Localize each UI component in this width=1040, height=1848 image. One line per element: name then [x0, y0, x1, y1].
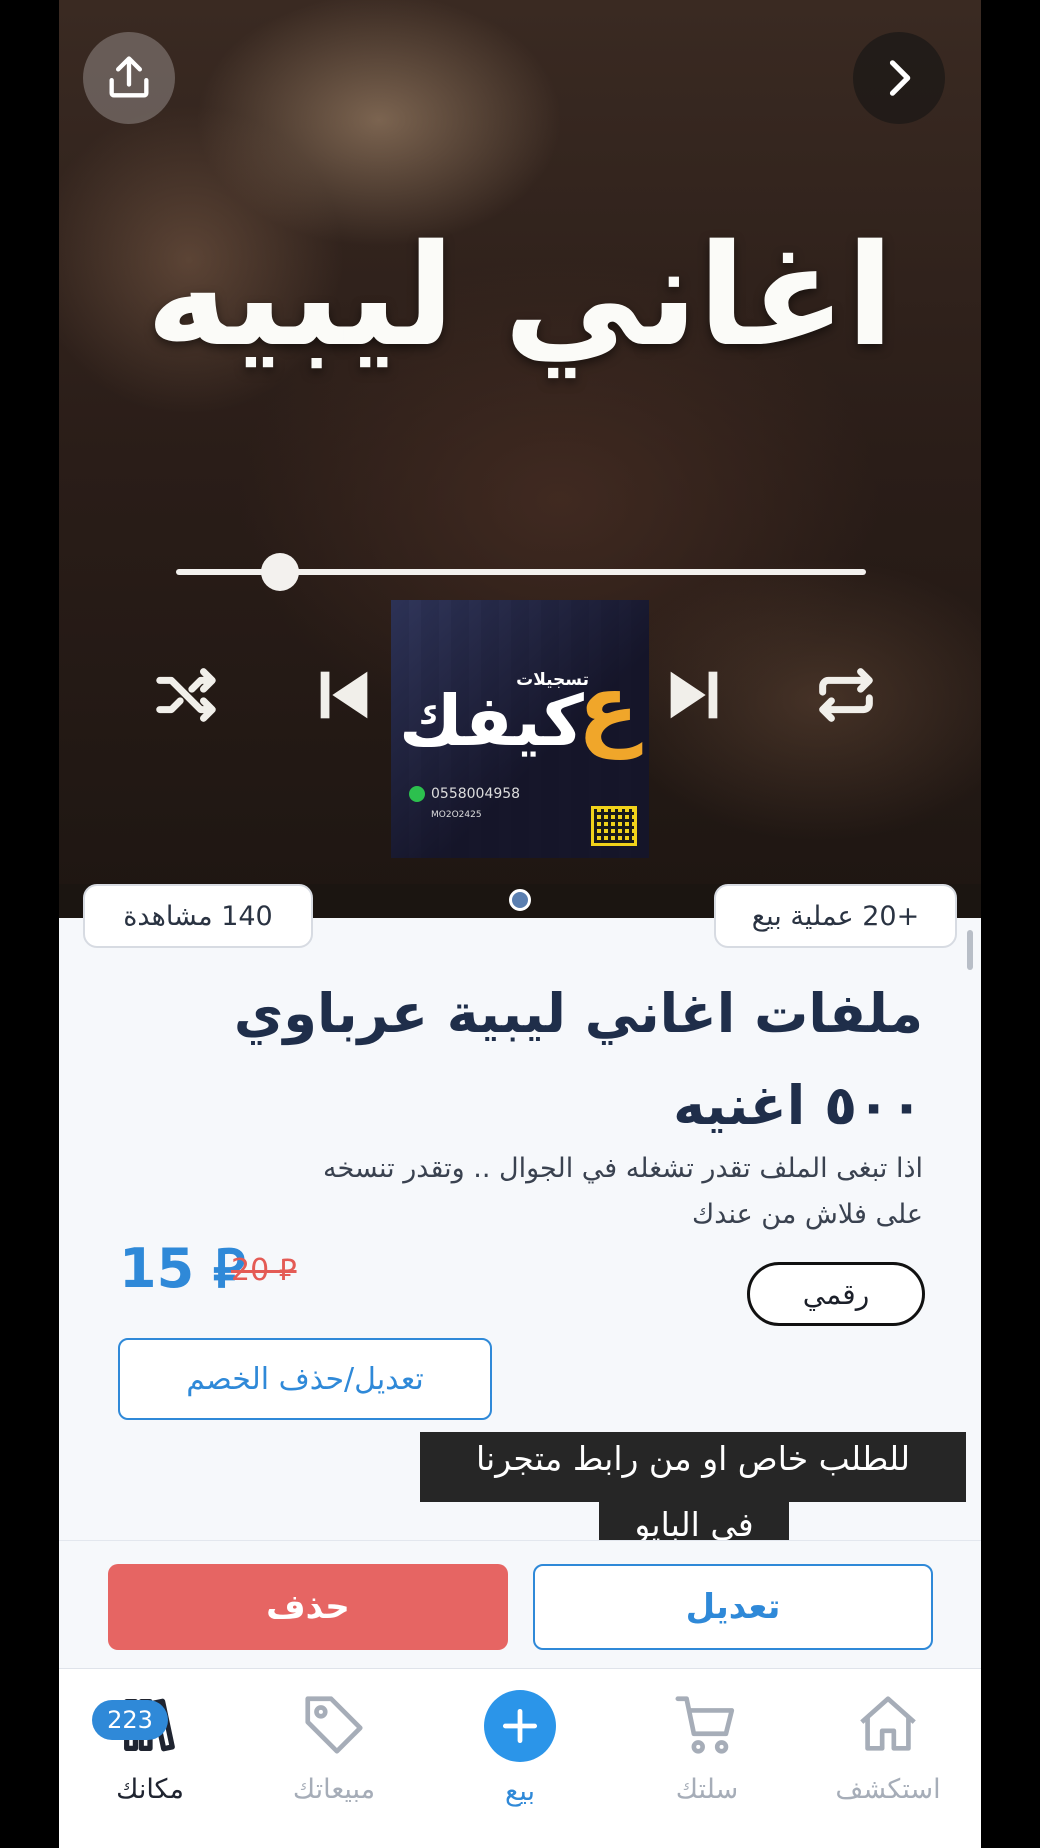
shuffle-icon: [151, 660, 221, 730]
logo-phone: 0558004958: [431, 786, 521, 802]
count-badge: 223: [92, 1700, 168, 1740]
product-image[interactable]: اغاني ليبيه تسجيلات ع كيفك 0558004958 MO…: [59, 0, 981, 918]
logo-letter: ع: [577, 655, 639, 760]
logo-main-text: كيفك: [399, 680, 584, 762]
studio-logo: تسجيلات ع كيفك 0558004958 MO2O2425: [391, 600, 649, 858]
nav-label-sell: بيع: [504, 1776, 536, 1807]
seek-knob: [261, 553, 299, 591]
repeat-icon: [811, 660, 881, 730]
old-price: 20 ⃁: [231, 1250, 297, 1289]
nav-item-sell[interactable]: بيع: [435, 1690, 605, 1820]
scrollbar[interactable]: [967, 930, 973, 970]
product-type-chip[interactable]: رقمي: [747, 1262, 925, 1326]
edit-discount-button[interactable]: تعديل/حذف الخصم: [118, 1338, 492, 1420]
current-price: 15 ⃁: [119, 1232, 245, 1302]
price-value: 15 ⃁: [119, 1237, 246, 1300]
hero-image-title: اغاني ليبيه: [145, 215, 895, 378]
views-badge: 140 مشاهدة: [83, 884, 313, 948]
nav-item-explore[interactable]: استكشف: [803, 1690, 973, 1820]
share-icon: [109, 56, 149, 98]
edit-button[interactable]: تعديل: [533, 1564, 933, 1650]
next-track-icon: [659, 660, 729, 730]
plus-icon: [502, 1708, 538, 1744]
nav-item-sales[interactable]: مبيعاتك: [249, 1690, 419, 1820]
whatsapp-icon: [409, 786, 425, 802]
tag-icon: [305, 1696, 363, 1754]
nav-label-explore: استكشف: [835, 1774, 941, 1805]
sales-badge: +20 عملية بيع: [714, 884, 957, 948]
nav-label-cart: سلتك: [675, 1774, 739, 1805]
share-button[interactable]: [83, 32, 175, 124]
sell-button[interactable]: [484, 1690, 556, 1762]
nav-item-cart[interactable]: سلتك: [622, 1690, 792, 1820]
qr-code: [591, 806, 637, 846]
nav-label-my-place: مكانك: [116, 1774, 184, 1805]
old-price-value: 20 ⃁: [231, 1253, 297, 1288]
product-title: ملفات اغاني ليبية عرباوي ٥٠٠ اغنيه: [233, 982, 923, 1137]
product-description: اذا تبغى الملف تقدر تشغله في الجوال .. و…: [323, 1153, 923, 1230]
cart-icon: [675, 1696, 735, 1754]
back-button[interactable]: [853, 32, 945, 124]
delete-button[interactable]: حذف: [108, 1564, 508, 1650]
home-icon: [860, 1696, 916, 1751]
nav-label-sales: مبيعاتك: [292, 1774, 376, 1805]
previous-track-icon: [309, 660, 379, 730]
logo-handle: MO2O2425: [431, 810, 482, 820]
caption-line-1: للطلب خاص او من رابط متجرنا: [420, 1432, 966, 1502]
carousel-dot[interactable]: [509, 889, 531, 911]
app-screen: اغاني ليبيه تسجيلات ع كيفك 0558004958 MO…: [59, 0, 981, 1848]
chevron-right-icon: [889, 60, 911, 96]
